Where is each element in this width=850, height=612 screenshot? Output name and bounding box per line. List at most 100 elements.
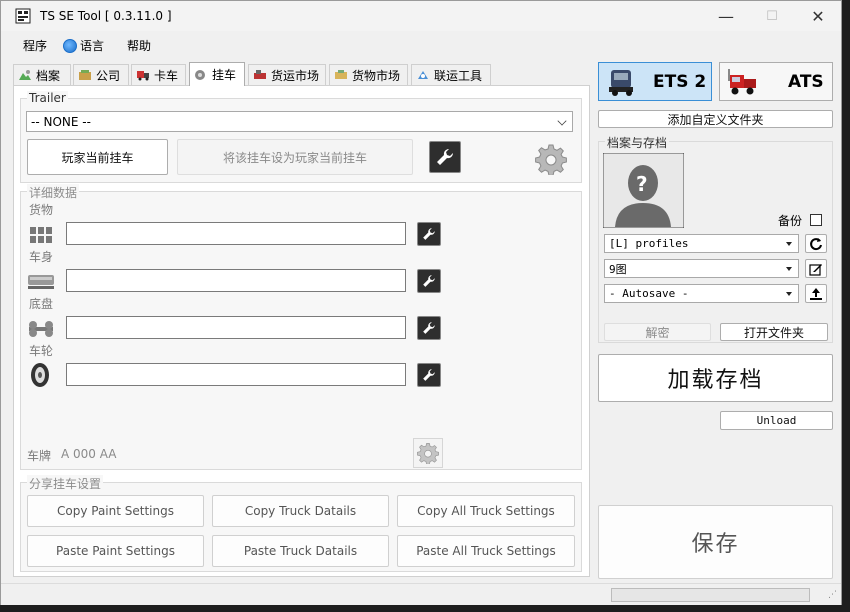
wheels-label: 车轮 — [29, 344, 54, 358]
wrench-icon — [423, 322, 435, 334]
unload-button[interactable]: Unload — [720, 411, 833, 430]
refresh-icon — [810, 237, 822, 250]
wheels-field[interactable] — [66, 363, 406, 386]
paste-paint-button[interactable]: Paste Paint Settings — [27, 535, 204, 567]
edit-body-button[interactable] — [417, 269, 441, 293]
paste-truck-details-button[interactable]: Paste Truck Datails — [212, 535, 389, 567]
ets2-truck-icon — [609, 69, 633, 96]
edit-trailer-button[interactable] — [429, 141, 461, 173]
cargo-market-icon — [335, 70, 347, 79]
share-group: 分享挂车设置 Copy Paint Settings Copy Truck Da… — [20, 475, 582, 572]
save-select[interactable]: - Autosave - — [604, 284, 799, 303]
share-group-label: 分享挂车设置 — [27, 475, 104, 492]
app-icon — [15, 8, 31, 24]
copy-truck-details-button[interactable]: Copy Truck Datails — [212, 495, 389, 527]
resize-grip-icon[interactable]: ⋰ — [828, 590, 837, 600]
company-icon — [79, 70, 91, 80]
trailer-icon — [195, 69, 205, 80]
gear-icon — [417, 443, 439, 464]
tab-convoy-tools[interactable]: 联运工具 — [411, 64, 491, 85]
details-group-label: 详细数据 — [27, 184, 80, 201]
window-title: TS SE Tool [ 0.3.11.0 ] — [40, 9, 172, 23]
backup-checkbox[interactable] — [810, 214, 822, 226]
copy-all-settings-button[interactable]: Copy All Truck Settings — [397, 495, 575, 527]
profiles-dir-select[interactable]: [L] profiles — [604, 234, 799, 253]
globe-icon — [63, 38, 77, 53]
refresh-button[interactable] — [805, 234, 827, 253]
app-window: TS SE Tool [ 0.3.11.0 ] — ☐ ✕ 程序 语言 帮助 档… — [0, 0, 842, 605]
body-label: 车身 — [29, 250, 54, 264]
add-custom-folder-button[interactable]: 添加自定义文件夹 — [598, 110, 833, 128]
body-field[interactable] — [66, 269, 406, 292]
set-player-trailer-button[interactable]: 将该挂车设为玩家当前挂车 — [177, 139, 413, 175]
edit-wheels-button[interactable] — [417, 363, 441, 387]
wheels-icon — [31, 363, 49, 387]
body-icon — [28, 275, 54, 289]
open-folder-button[interactable]: 打开文件夹 — [720, 323, 828, 341]
paste-all-settings-button[interactable]: Paste All Truck Settings — [397, 535, 575, 567]
maximize-button[interactable]: ☐ — [749, 1, 795, 31]
profiles-group-label: 档案与存档 — [605, 134, 670, 151]
ats-truck-icon — [728, 68, 756, 94]
menu-bar: 程序 语言 帮助 — [1, 32, 841, 58]
decrypt-button[interactable]: 解密 — [604, 323, 711, 341]
tab-freight-market[interactable]: 货运市场 — [248, 64, 326, 85]
ats-button[interactable]: ATS — [719, 62, 833, 101]
menu-help[interactable]: 帮助 — [127, 37, 151, 54]
ets2-button[interactable]: ETS 2 — [598, 62, 712, 101]
minimize-button[interactable]: — — [703, 1, 749, 31]
trailer-group-label: Trailer — [27, 91, 68, 105]
gear-icon — [535, 144, 567, 175]
edit-profile-button[interactable] — [805, 259, 827, 278]
tab-company[interactable]: 公司 — [73, 64, 129, 85]
dropdown-arrow-icon — [786, 242, 792, 246]
chassis-label: 底盘 — [29, 297, 54, 311]
plate-value: A 000 AA — [61, 447, 117, 461]
backup-label: 备份 — [778, 214, 803, 228]
wrench-icon — [423, 275, 435, 287]
cargo-field[interactable] — [66, 222, 406, 245]
profiles-group: 档案与存档 ? 备份 [L] profiles 9图 - Autosave - … — [598, 134, 833, 343]
svg-text:?: ? — [636, 172, 648, 196]
tab-cargo-market[interactable]: 货物市场 — [329, 64, 408, 85]
trailer-group: Trailer -- NONE -- 玩家当前挂车 将该挂车设为玩家当前挂车 — [20, 91, 582, 183]
truck-icon — [137, 71, 149, 81]
load-save-button[interactable]: 加载存档 — [598, 354, 833, 402]
trailer-settings-gear[interactable] — [533, 141, 569, 177]
close-button[interactable]: ✕ — [795, 1, 841, 31]
dropdown-arrow-icon — [786, 292, 792, 296]
menu-language[interactable]: 语言 — [63, 37, 104, 54]
save-button[interactable]: 保存 — [598, 505, 833, 579]
convoy-tools-icon — [418, 71, 428, 79]
trailer-select[interactable]: -- NONE -- — [26, 111, 573, 132]
edit-cargo-button[interactable] — [417, 222, 441, 246]
upload-icon — [810, 287, 822, 300]
export-button[interactable] — [805, 284, 827, 303]
trailer-tab-panel: Trailer -- NONE -- 玩家当前挂车 将该挂车设为玩家当前挂车 详… — [13, 85, 590, 577]
dropdown-arrow-icon — [786, 267, 792, 271]
plate-settings-gear[interactable] — [413, 438, 443, 468]
cargo-icon — [30, 227, 52, 243]
wrench-icon — [423, 369, 435, 381]
wrench-icon — [437, 148, 454, 165]
details-group: 详细数据 货物 车身 底盘 车轮 车牌 A 000 AA — [20, 184, 582, 470]
tab-trailer[interactable]: 挂车 — [189, 62, 245, 86]
copy-paint-button[interactable]: Copy Paint Settings — [27, 495, 204, 527]
chassis-field[interactable] — [66, 316, 406, 339]
player-trailer-button[interactable]: 玩家当前挂车 — [27, 139, 168, 175]
title-bar: TS SE Tool [ 0.3.11.0 ] — ☐ ✕ — [1, 1, 841, 31]
chevron-down-icon — [557, 116, 567, 126]
menu-program[interactable]: 程序 — [23, 37, 47, 54]
profile-select[interactable]: 9图 — [604, 259, 799, 278]
profile-icon — [19, 70, 31, 80]
status-bar: ⋰ — [1, 583, 841, 605]
edit-chassis-button[interactable] — [417, 316, 441, 340]
plate-label: 车牌 — [27, 449, 52, 463]
tab-truck[interactable]: 卡车 — [131, 64, 186, 85]
cargo-label: 货物 — [29, 203, 54, 217]
edit-icon — [809, 263, 822, 276]
tab-profile[interactable]: 档案 — [13, 64, 71, 85]
wrench-icon — [423, 228, 435, 240]
progress-bar — [611, 588, 810, 602]
avatar: ? — [603, 153, 684, 228]
